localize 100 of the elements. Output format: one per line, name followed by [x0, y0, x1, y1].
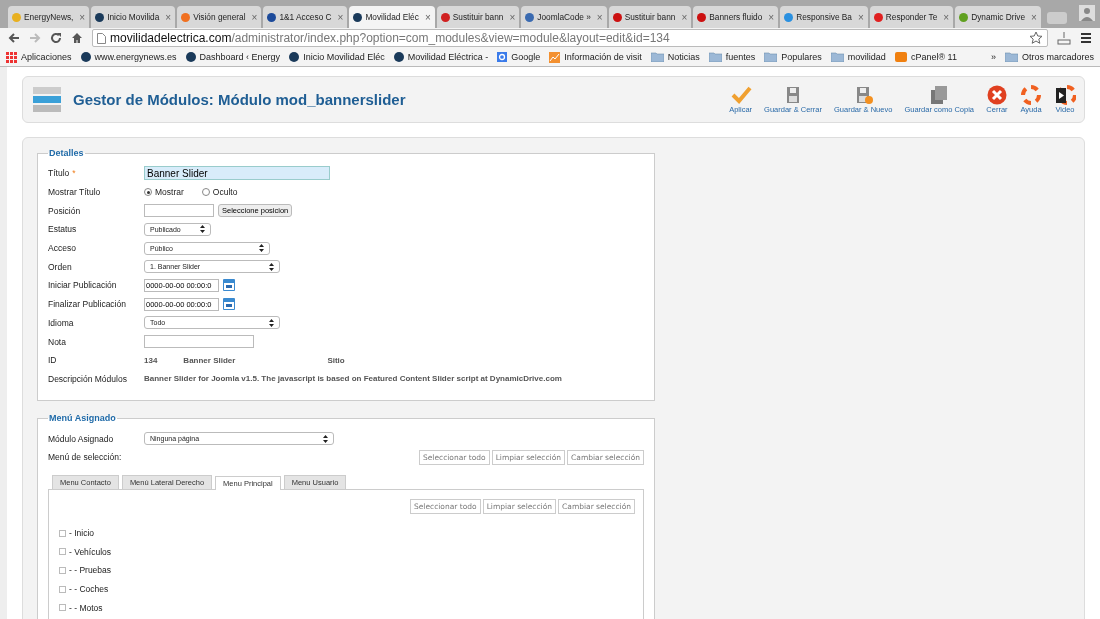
reload-icon[interactable] — [50, 32, 62, 44]
field-label: Orden — [48, 261, 72, 272]
browser-tab[interactable]: Sustituir bann × — [608, 6, 692, 28]
up-down-arrows-icon — [323, 434, 328, 443]
checkbox[interactable] — [59, 566, 66, 574]
field-label: Módulo Asignado — [48, 433, 114, 444]
menu-icon[interactable] — [1080, 32, 1092, 44]
bookmark[interactable]: Aplicaciones — [6, 51, 72, 63]
module-description: Banner Slider for Joomla v1.5. The javascript is based on Featured Content Slider script at DynamicDrive.com — [144, 374, 562, 384]
video-icon — [1054, 85, 1076, 105]
info-text: Sitio — [327, 355, 345, 365]
folder-icon — [830, 52, 844, 62]
back-icon[interactable] — [8, 32, 20, 44]
folder-icon — [764, 52, 778, 62]
up-down-arrows-icon — [269, 262, 274, 271]
download-icon[interactable] — [1057, 31, 1071, 45]
apps-grid-icon — [6, 51, 17, 63]
other-bookmarks-folder[interactable]: Otros marcadores — [1004, 52, 1094, 62]
title-field[interactable]: Banner Slider — [144, 166, 330, 181]
bookmark-star-icon[interactable] — [1029, 31, 1043, 45]
menu-item-label: - - Motos — [69, 602, 103, 613]
tab-close-button[interactable]: × — [1031, 11, 1037, 23]
bookmark[interactable]: movilidad — [830, 52, 886, 62]
browser-tab[interactable]: Inicio Movilida × — [91, 6, 176, 28]
tab-close-button[interactable]: × — [857, 11, 864, 23]
bookmark[interactable]: Noticias — [650, 52, 700, 62]
browser-tab[interactable]: 1&1 Acceso C × — [263, 6, 348, 28]
checkbox[interactable] — [59, 604, 66, 612]
field-label: Menú de selección: — [48, 452, 122, 463]
tab-close-button[interactable]: × — [337, 11, 344, 23]
tab-close-button[interactable]: × — [943, 11, 950, 23]
checkbox[interactable] — [59, 529, 66, 537]
home-icon[interactable] — [71, 32, 83, 44]
close-icon — [986, 85, 1008, 105]
browser-tab[interactable]: JoomlaCode » × — [521, 6, 607, 28]
browser-tab[interactable]: Visión general × — [177, 6, 262, 28]
field-label: Título — [48, 168, 70, 179]
tab-close-button[interactable]: × — [768, 11, 775, 23]
required-mark: * — [72, 168, 76, 179]
bookmark[interactable]: Inicio Movilidad Eléc — [289, 52, 385, 62]
favicon-icon — [393, 52, 404, 62]
bookmarks-overflow-button[interactable]: » — [990, 52, 996, 62]
tab-close-button[interactable]: × — [509, 11, 516, 23]
field-label: ID — [48, 355, 57, 366]
calendar-icon[interactable] — [223, 279, 235, 292]
checkmark-icon — [729, 85, 752, 105]
browser-tab[interactable]: EnergyNews, × — [8, 6, 90, 28]
bookmark[interactable]: Movilidad Eléctrica - — [393, 52, 489, 62]
forward-icon[interactable] — [29, 32, 41, 44]
checkbox[interactable] — [59, 548, 66, 556]
menu-item-label: - - Pruebas — [69, 565, 112, 576]
address-bar[interactable]: movilidadelectrica.com/administrator/index.php?option=com_modules&view=module&layout=edit&id=134 — [92, 29, 1048, 47]
favicon-icon — [894, 52, 907, 62]
field-label: Estatus — [48, 224, 77, 235]
browser-tab[interactable]: Responder Te × — [869, 6, 954, 28]
bookmark[interactable]: www.energynews.es — [80, 52, 177, 62]
bookmark[interactable]: fuentes — [708, 52, 756, 62]
bookmark[interactable]: Información de visit — [549, 51, 642, 63]
new-tab-button[interactable] — [1046, 12, 1067, 24]
field-label: Iniciar Publicación — [48, 280, 117, 291]
browser-tab[interactable]: Dynamic Drive × — [955, 6, 1041, 28]
field-label: Posición — [48, 205, 81, 216]
info-text: 134 — [144, 355, 158, 365]
favicon-icon — [80, 52, 91, 62]
tab-close-button[interactable]: × — [251, 11, 258, 23]
tab-close-button[interactable]: × — [596, 11, 603, 23]
info-text: Banner Slider — [183, 355, 236, 365]
bookmark[interactable]: Google — [497, 52, 541, 62]
tab-close-button[interactable]: × — [424, 11, 431, 23]
tab-close-button[interactable]: × — [165, 11, 172, 23]
bookmark[interactable]: Populares — [764, 52, 822, 62]
lifebuoy-icon — [1020, 85, 1042, 105]
folder-icon — [708, 52, 722, 62]
browser-tab[interactable]: Movilidad Eléc × — [349, 6, 435, 28]
section-legend: Detalles — [48, 148, 85, 158]
up-down-arrows-icon — [259, 244, 264, 253]
browser-tab[interactable]: Sustituir bann × — [436, 6, 520, 28]
field-label: Acceso — [48, 243, 76, 254]
tab-close-button[interactable]: × — [79, 11, 86, 23]
profile-icon[interactable] — [1079, 5, 1095, 21]
field-label: Nota — [48, 336, 66, 347]
up-down-arrows-icon — [200, 225, 205, 234]
note-field[interactable] — [144, 335, 254, 349]
tab-close-button[interactable]: × — [681, 11, 688, 23]
favicon-icon — [497, 52, 508, 62]
radio-option[interactable]: Mostrar — [144, 187, 184, 198]
checkbox[interactable] — [59, 585, 66, 593]
bookmark[interactable]: Dashboard ‹ Energy — [185, 52, 281, 62]
browser-tab[interactable]: Banners fluido × — [693, 6, 779, 28]
up-down-arrows-icon — [269, 318, 274, 327]
radio-option[interactable]: Oculto — [201, 187, 238, 198]
folder-icon — [1004, 52, 1018, 62]
calendar-icon[interactable] — [223, 298, 235, 311]
bookmark[interactable]: cPanel® 11 — [894, 52, 957, 62]
module-manager-icon — [33, 86, 61, 113]
menu-item-label: - - Coches — [69, 584, 109, 594]
browser-tab[interactable]: Responsive Ba × — [780, 6, 868, 28]
favicon-icon — [289, 52, 300, 62]
position-field[interactable] — [144, 204, 214, 218]
page-title: Gestor de Módulos: Módulo mod_bannerslider — [73, 91, 406, 108]
